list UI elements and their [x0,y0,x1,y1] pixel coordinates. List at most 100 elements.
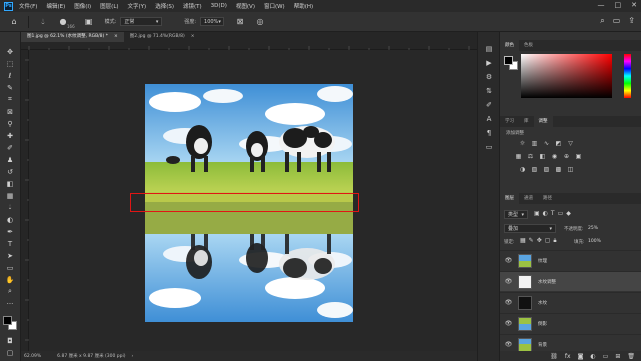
strength-input[interactable]: 100% ▾ [200,17,225,26]
workspace-icon[interactable]: ▭ [613,16,621,26]
close-icon[interactable]: × [191,32,195,42]
new-layer-icon[interactable]: ⊞ [615,353,620,360]
menu-help[interactable]: 帮助(H) [294,2,313,10]
levels-icon[interactable]: ▥ [530,139,539,147]
history-brush-icon[interactable]: ↺ [4,166,16,177]
tab-color[interactable]: 颜色 [500,40,519,51]
curves-icon[interactable]: ∿ [542,139,551,147]
threshold-icon[interactable]: ▨ [542,165,551,173]
menu-window[interactable]: 窗口(W) [264,2,285,10]
photo-filter-icon[interactable]: ◉ [550,152,559,160]
lock-icons[interactable]: ▦✎✥▢🔒︎ [520,237,560,245]
pressure-icon[interactable]: ◎ [254,16,266,28]
shape-tool-icon[interactable]: ▭ [4,262,16,273]
layer-row[interactable]: 👁︎ 纹理 [500,250,641,270]
brush-tool-icon[interactable]: ✐ [4,142,16,153]
color-lookup-icon[interactable]: ▣ [574,152,583,160]
eraser-tool-icon[interactable]: ◧ [4,178,16,189]
gradient-map-icon[interactable]: ▩ [554,165,563,173]
stamp-tool-icon[interactable]: ♟ [4,154,16,165]
adjustment-layer-icon[interactable]: ◐ [590,353,595,360]
move-tool-icon[interactable]: ✥ [4,46,16,57]
gradient-tool-icon[interactable]: ▦ [4,190,16,201]
invert-icon[interactable]: ◑ [518,165,527,173]
eye-icon[interactable]: 👁︎ [503,299,514,306]
foreground-color[interactable] [3,316,12,325]
add-mask-icon[interactable]: ◙ [578,353,584,360]
play-icon[interactable]: ▶ [483,58,495,68]
hand-tool-icon[interactable]: ✋ [4,274,16,285]
vibrance-icon[interactable]: ▽ [566,139,575,147]
posterize-icon[interactable]: ▧ [530,165,539,173]
dodge-tool-icon[interactable]: ◐ [4,214,16,225]
search-icon[interactable]: ⌕ [600,16,604,26]
fill-value[interactable]: 100% [588,239,601,244]
tab-channels[interactable]: 通道 [519,193,538,204]
frame-tool-icon[interactable]: ⊠ [4,106,16,117]
properties-icon[interactable]: ⚙ [483,72,495,82]
more-tools-icon[interactable]: ··· [4,298,16,309]
layer-row[interactable]: 👁︎ 倒影 [500,313,641,333]
trash-icon[interactable]: 🗑︎ [627,353,635,360]
document-info[interactable]: 6.87 厘米 x 9.87 厘米 (300 ppi) [57,353,125,359]
menu-type[interactable]: 文字(Y) [128,2,147,10]
tab-document-1[interactable]: 图1.jpg @ 62.1% (水纹调整, RGB/8) * × [21,32,124,42]
blend-mode-select[interactable]: 叠加 ▾ [504,224,556,233]
tab-document-2[interactable]: 图2.jpg @ 71.4%(RGB/8) × [124,32,201,42]
color-picker-field[interactable] [521,54,612,98]
brush-settings-icon[interactable]: ▣ [83,16,95,28]
close-icon[interactable]: × [114,32,118,42]
share-icon[interactable]: ⇪ [628,16,635,26]
menu-layer[interactable]: 图层(L) [100,2,118,10]
tab-swatches[interactable]: 色板 [519,40,538,51]
layer-filter-icons[interactable]: ▣◐T▭◆ [534,210,574,217]
menu-view[interactable]: 视图(V) [236,2,255,10]
foreground-background-swatch[interactable] [3,316,18,331]
foreground-color[interactable] [504,56,513,65]
tab-layers[interactable]: 图层 [500,193,519,204]
tab-adjustments[interactable]: 调整 [533,116,553,127]
quick-select-tool-icon[interactable]: ✎ [4,82,16,93]
screen-mode-icon[interactable]: ▢ [4,347,16,358]
zoom-tool-icon[interactable]: ⌕ [4,286,16,297]
color-balance-icon[interactable]: ⚖ [526,152,535,160]
eye-icon[interactable]: 👁︎ [503,341,514,348]
menu-edit[interactable]: 编辑(E) [46,2,65,10]
marquee-tool-icon[interactable]: ⬚ [4,58,16,69]
close-button[interactable]: ✕ [631,1,637,9]
mode-select[interactable]: 正常 ▾ [120,17,163,26]
path-select-icon[interactable]: ➤ [4,250,16,261]
tab-paths[interactable]: 路径 [538,193,557,204]
exposure-icon[interactable]: ◩ [554,139,563,147]
menu-image[interactable]: 图像(I) [74,2,91,10]
eyedropper-tool-icon[interactable]: ⚲ [4,118,16,129]
link-layers-icon[interactable]: ⛓ [550,353,558,360]
quick-mask-icon[interactable]: ◘ [4,335,16,346]
history-icon[interactable]: ▤ [483,44,495,54]
selective-color-icon[interactable]: ◫ [566,165,575,173]
maximize-button[interactable]: □ [615,1,622,9]
crop-tool-icon[interactable]: ⌗ [4,94,16,105]
healing-tool-icon[interactable]: ✚ [4,130,16,141]
layer-kind-filter[interactable]: 类型 ▾ [504,210,528,219]
black-white-icon[interactable]: ◧ [538,152,547,160]
channel-mixer-icon[interactable]: ⊕ [562,152,571,160]
sample-all-layers-icon[interactable]: ⊠ [234,16,246,28]
blur-tool-icon[interactable]: 💧︎ [37,16,49,28]
lasso-tool-icon[interactable]: ℓ [4,70,16,81]
eye-icon[interactable]: 👁︎ [503,278,514,285]
layer-row-active[interactable]: 👁︎ 水纹调整 [500,271,641,291]
minimize-button[interactable]: — [598,1,605,9]
group-icon[interactable]: ▭ [603,353,609,360]
hue-saturation-icon[interactable]: ▦ [514,152,523,160]
chevron-right-icon[interactable]: › [132,354,134,359]
hue-slider[interactable] [624,54,631,98]
color-swatch[interactable] [504,56,518,70]
fx-icon[interactable]: fx [565,353,571,360]
menu-filter[interactable]: 滤镜(T) [183,2,202,10]
home-icon[interactable]: ⌂ [8,16,20,28]
zoom-level[interactable]: 62.09% [24,354,41,359]
eye-icon[interactable]: 👁︎ [503,320,514,327]
pen-tool-icon[interactable]: ✒ [4,226,16,237]
layer-row[interactable]: 👁︎ 水纹 [500,292,641,312]
